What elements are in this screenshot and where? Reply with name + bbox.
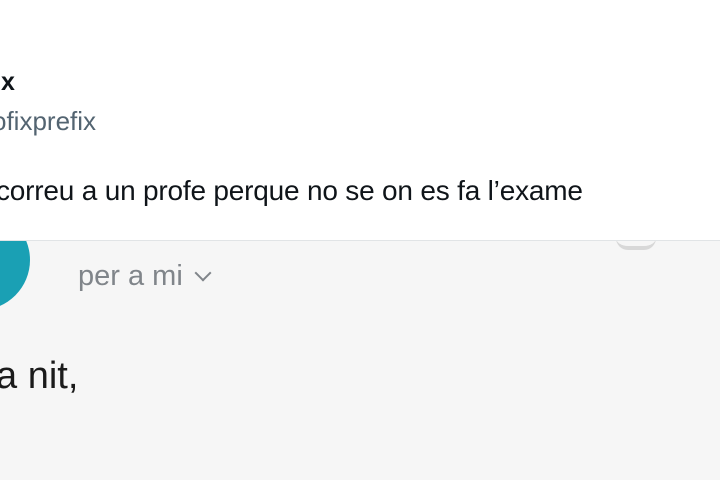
avatar[interactable] — [0, 240, 30, 310]
recipient-line[interactable]: per a mi — [78, 260, 212, 293]
display-name[interactable]: ix — [0, 68, 15, 97]
user-handle[interactable]: ofixprefix — [0, 106, 96, 137]
chevron-down-icon[interactable] — [194, 264, 212, 282]
tweet-text: correu a un profe perque no se on es fa … — [0, 175, 583, 206]
recipient-label: per a mi — [78, 260, 183, 292]
email-greeting: a nit, — [0, 355, 79, 397]
cropped-decoration — [616, 240, 656, 250]
tweet-card: ix ofixprefix correu a un profe perque n… — [0, 0, 720, 241]
email-screenshot: per a mi a nit, — [0, 240, 720, 480]
